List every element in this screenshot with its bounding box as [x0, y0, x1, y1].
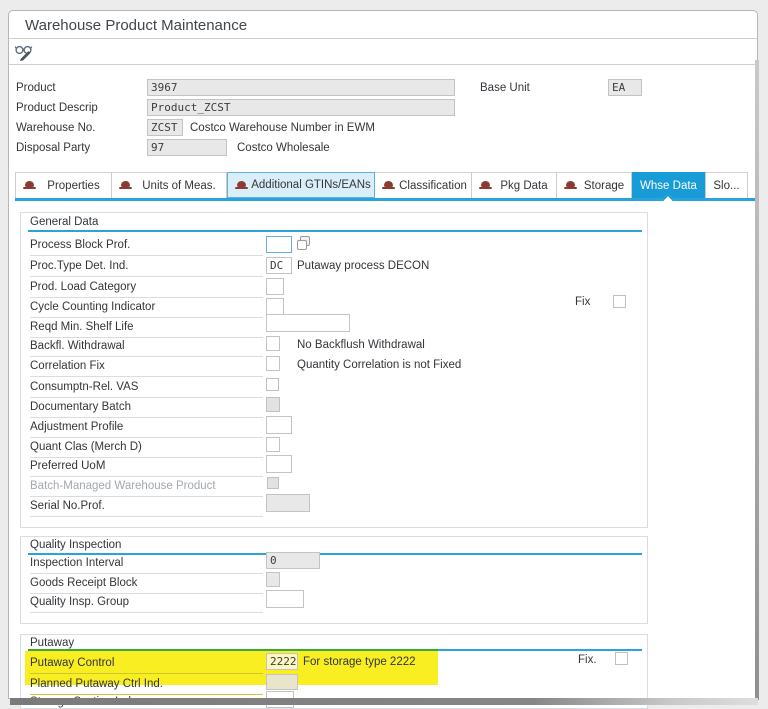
warehouse-no-field[interactable]: ZCST [147, 119, 183, 136]
process-block-prof-field[interactable] [266, 236, 292, 253]
general-data-underline [28, 230, 642, 232]
quant-clas-merch-d-field[interactable] [266, 437, 280, 452]
goods-receipt-block-field [266, 572, 280, 587]
correlation-fix-description: Quantity Correlation is not Fixed [297, 359, 461, 371]
base-unit-field[interactable]: EA [608, 79, 642, 96]
proc-type-det-ind-description: Putaway process DECON [297, 260, 429, 272]
quant-clas-merch-d-label: Quant Clas (Merch D) [30, 440, 263, 458]
serial-no-prof-field [266, 494, 310, 512]
tab-classification-label: Classification [399, 180, 467, 192]
batch-managed-warehouse-product-label: Batch-Managed Warehouse Product [30, 479, 263, 497]
tab-additional-gtins-eans-label: Additional GTINs/EANs [251, 179, 371, 191]
putaway-fix-checkbox[interactable] [615, 652, 628, 665]
window-bottom-edge [10, 698, 758, 705]
preferred-uom-label: Preferred UoM [30, 459, 263, 477]
disposal-party-description: Costco Wholesale [237, 142, 330, 154]
preferred-uom-field[interactable] [266, 455, 292, 473]
putaway-fix-label: Fix. [578, 654, 597, 666]
tab-status-icon [119, 181, 132, 190]
putaway-underline-highlighted-segment [28, 649, 438, 651]
tab-status-icon [479, 181, 492, 190]
serial-no-prof-label: Serial No.Prof. [30, 499, 263, 517]
batch-managed-checkbox [267, 477, 279, 489]
toolbar-divider [9, 64, 757, 65]
cycle-counting-fix-label: Fix [575, 296, 590, 308]
putaway-control-description: For storage type 2222 [303, 656, 416, 668]
tab-pkg-data-label: Pkg Data [500, 180, 547, 192]
tab-units-of-meas[interactable]: Units of Meas. [112, 172, 227, 198]
product-descrip-label: Product Descrip [16, 102, 98, 114]
tab-storage-label: Storage [584, 180, 624, 192]
product-field[interactable]: 3967 [147, 79, 455, 96]
backfl-withdrawal-description: No Backflush Withdrawal [297, 339, 425, 351]
planned-putaway-ctrl-ind-label: Planned Putaway Ctrl Ind. [30, 677, 263, 695]
backfl-withdrawal-label: Backfl. Withdrawal [30, 339, 263, 357]
tab-additional-gtins-eans[interactable]: Additional GTINs/EANs [227, 172, 375, 198]
cycle-counting-indicator-field[interactable] [266, 298, 284, 315]
warehouse-product-maintenance-window: Warehouse Product Maintenance Product 39… [0, 0, 768, 709]
window-right-edge [755, 60, 759, 700]
cycle-counting-indicator-label: Cycle Counting Indicator [30, 300, 263, 318]
consumptn-rel-vas-checkbox[interactable] [266, 378, 279, 391]
title-divider [9, 38, 757, 39]
tab-status-icon [564, 181, 577, 190]
tab-properties-label: Properties [47, 180, 99, 192]
tab-storage[interactable]: Storage [557, 172, 632, 198]
disposal-party-field[interactable]: 97 [147, 139, 227, 156]
quality-insp-group-label: Quality Insp. Group [30, 595, 263, 613]
inspection-interval-label: Inspection Interval [30, 556, 263, 574]
tab-units-of-meas-label: Units of Meas. [142, 180, 216, 192]
inspection-interval-field: 0 [266, 552, 320, 569]
disposal-party-label: Disposal Party [16, 142, 90, 154]
reqd-min-shelf-life-label: Reqd Min. Shelf Life [30, 320, 263, 338]
quality-insp-group-field[interactable] [266, 590, 304, 608]
page-title: Warehouse Product Maintenance [25, 17, 247, 34]
putaway-control-label: Putaway Control [30, 656, 263, 674]
process-block-prof-label: Process Block Prof. [30, 238, 263, 256]
tab-status-icon [382, 181, 395, 190]
proc-type-det-ind-label: Proc.Type Det. Ind. [30, 259, 263, 277]
goods-receipt-block-label: Goods Receipt Block [30, 576, 263, 594]
multiple-values-copy-icon[interactable] [297, 236, 310, 250]
tab-classification[interactable]: Classification [375, 172, 472, 198]
product-label: Product [16, 82, 56, 94]
documentary-batch-label: Documentary Batch [30, 400, 263, 418]
glasses-pencil-icon [14, 43, 36, 61]
tab-status-icon [23, 181, 36, 190]
tab-slotting-label: Slo... [713, 180, 739, 192]
display-change-toggle-button[interactable] [14, 43, 36, 61]
tab-properties[interactable]: Properties [15, 172, 112, 198]
adjustment-profile-label: Adjustment Profile [30, 420, 263, 438]
base-unit-label: Base Unit [480, 82, 530, 94]
reqd-min-shelf-life-field[interactable] [266, 314, 350, 332]
tab-slotting[interactable]: Slo... [706, 172, 748, 198]
tabstrip-underline [15, 198, 755, 201]
documentary-batch-checkbox [266, 397, 280, 412]
warehouse-no-label: Warehouse No. [16, 122, 95, 134]
consumptn-rel-vas-label: Consumptn-Rel. VAS [30, 380, 263, 398]
product-descrip-field[interactable]: Product_ZCST [147, 99, 455, 116]
putaway-section-title: Putaway [30, 637, 74, 649]
warehouse-no-description: Costco Warehouse Number in EWM [190, 122, 375, 134]
planned-putaway-ctrl-ind-field [266, 674, 298, 690]
tab-whse-data-label: Whse Data [640, 180, 697, 192]
prod-load-category-label: Prod. Load Category [30, 280, 263, 298]
putaway-control-field[interactable]: 2222 [266, 653, 298, 670]
correlation-fix-label: Correlation Fix [30, 359, 263, 377]
general-data-section-title: General Data [30, 216, 98, 228]
cycle-counting-fix-checkbox[interactable] [613, 295, 626, 308]
proc-type-det-ind-field[interactable]: DC [266, 257, 292, 274]
backfl-withdrawal-field[interactable] [266, 336, 280, 351]
correlation-fix-field[interactable] [266, 356, 280, 371]
tab-status-icon [235, 181, 248, 190]
quality-inspection-underline [28, 553, 642, 555]
prod-load-category-field[interactable] [266, 278, 284, 295]
tab-pkg-data[interactable]: Pkg Data [472, 172, 557, 198]
adjustment-profile-field[interactable] [266, 416, 292, 434]
quality-inspection-section-title: Quality Inspection [30, 539, 121, 551]
putaway-underline [438, 649, 642, 651]
